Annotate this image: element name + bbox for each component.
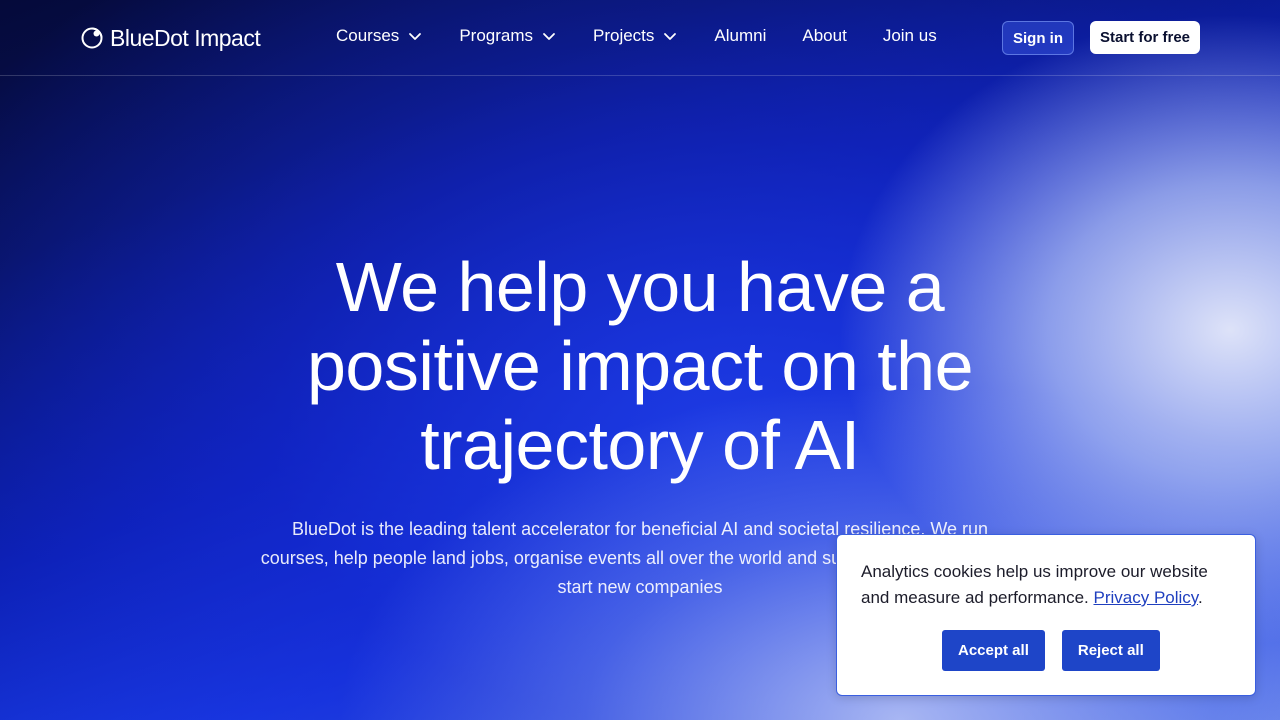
chevron-down-icon [664, 33, 677, 40]
hero-title: We help you have a positive impact on th… [306, 248, 974, 484]
reject-all-button[interactable]: Reject all [1061, 630, 1160, 671]
brand-logo[interactable]: BlueDot Impact [80, 24, 261, 52]
chevron-down-icon [409, 33, 422, 40]
nav-item-about[interactable]: About [802, 26, 846, 46]
nav-label: Alumni [714, 26, 767, 45]
cookie-banner: Analytics cookies help us improve our we… [836, 534, 1256, 696]
cookie-text-suffix: . [1198, 588, 1203, 607]
brand-name: BlueDot Impact [110, 24, 261, 51]
nav-item-programs[interactable]: Programs [459, 26, 557, 46]
nav-item-courses[interactable]: Courses [336, 26, 423, 46]
nav-item-projects[interactable]: Projects [593, 26, 678, 46]
nav-item-join-us[interactable]: Join us [883, 26, 937, 46]
nav-label: Join us [882, 26, 937, 45]
bluedot-logo-icon [81, 27, 103, 49]
top-navbar: BlueDot Impact Courses Programs Projects… [0, 0, 1280, 76]
cookie-actions: Accept all Reject all [942, 630, 1160, 671]
sign-in-button[interactable]: Sign in [1002, 21, 1074, 55]
nav-label: Projects [593, 26, 655, 45]
nav-item-alumni[interactable]: Alumni [714, 26, 766, 46]
start-for-free-button[interactable]: Start for free [1090, 21, 1200, 54]
cookie-message: Analytics cookies help us improve our we… [861, 559, 1231, 611]
nav-label: Courses [336, 26, 400, 45]
accept-all-button[interactable]: Accept all [942, 630, 1045, 671]
privacy-policy-link[interactable]: Privacy Policy [1093, 588, 1198, 607]
main-nav: Courses Programs Projects Alumni About J… [336, 26, 937, 46]
chevron-down-icon [543, 33, 555, 40]
nav-label: About [802, 26, 847, 45]
nav-label: Programs [459, 26, 533, 45]
